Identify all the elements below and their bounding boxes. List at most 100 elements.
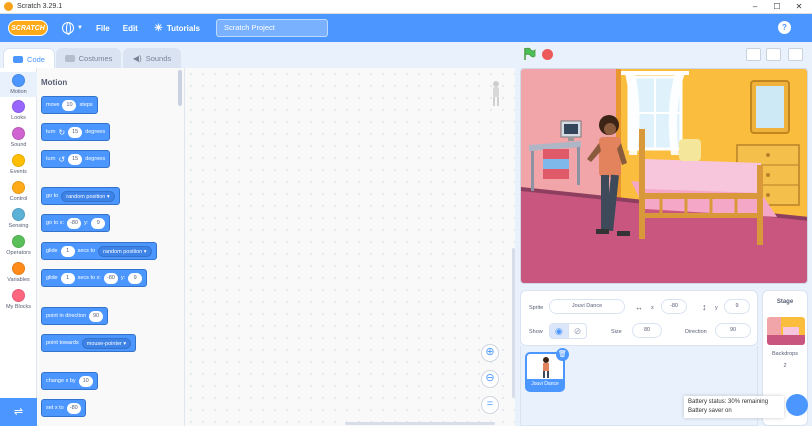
- bed-rail: [639, 213, 763, 218]
- file-menu[interactable]: File: [96, 24, 110, 33]
- category-dot: [12, 74, 25, 87]
- help-icon[interactable]: ?: [778, 21, 791, 34]
- x-input[interactable]: -80: [661, 299, 687, 314]
- block-turn-left[interactable]: turn ↺ 15 degrees: [41, 150, 111, 168]
- block-input[interactable]: 15: [68, 153, 83, 165]
- size-input[interactable]: 80: [632, 323, 662, 338]
- block-glide-xy[interactable]: glide 1 secs to x: -80 y: 9: [41, 269, 148, 287]
- lightbulb-icon: ☀: [153, 22, 163, 34]
- block-input[interactable]: -80: [66, 402, 81, 414]
- category-variables[interactable]: Variables: [0, 262, 37, 283]
- stage-pane-title: Stage: [776, 299, 794, 305]
- battery-toast: Battery status: 30% remaining Battery sa…: [684, 396, 784, 418]
- direction-input[interactable]: 90: [715, 323, 751, 338]
- tutorials-menu[interactable]: ☀ Tutorials: [154, 23, 200, 34]
- block-input[interactable]: 1: [60, 272, 75, 284]
- block-glide-to[interactable]: glide 1 secs to random position ▾: [41, 242, 157, 260]
- block-input[interactable]: 9: [128, 272, 143, 284]
- block-dropdown[interactable]: mouse-pointer ▾: [81, 337, 132, 349]
- block-text: move: [46, 102, 60, 108]
- block-text: y:: [120, 275, 126, 281]
- block-input[interactable]: 10: [78, 375, 93, 387]
- eye-open-icon[interactable]: ◉: [550, 324, 568, 338]
- category-events[interactable]: Events: [0, 154, 37, 175]
- eye-closed-icon[interactable]: ⊘: [567, 324, 586, 338]
- bed-post: [639, 129, 645, 239]
- stage-thumbnail[interactable]: [767, 317, 805, 345]
- block-input[interactable]: -80: [103, 272, 118, 284]
- block-input[interactable]: 1: [60, 245, 75, 257]
- category-my-blocks[interactable]: My Blocks: [0, 289, 37, 310]
- category-looks[interactable]: Looks: [0, 100, 37, 121]
- block-point-direction[interactable]: point in direction 90: [41, 307, 109, 325]
- block-set-x[interactable]: set x to -80: [41, 399, 86, 417]
- block-input[interactable]: -80: [67, 217, 82, 229]
- green-flag-icon[interactable]: [522, 47, 536, 61]
- trash-icon[interactable]: 🗑: [556, 348, 569, 361]
- block-text: degrees: [85, 129, 106, 135]
- edit-menu[interactable]: Edit: [123, 24, 138, 33]
- stop-icon[interactable]: [542, 49, 553, 60]
- block-input[interactable]: 10: [62, 99, 77, 111]
- sprite-label: Sprite: [529, 305, 544, 311]
- block-go-to[interactable]: go to random position ▾: [41, 187, 120, 205]
- code-area[interactable]: ⊕ ⊖ =: [185, 68, 515, 426]
- close-button[interactable]: ✕: [788, 0, 810, 14]
- toast-line: Battery saver on: [688, 408, 732, 414]
- language-menu[interactable]: ▼: [62, 22, 83, 35]
- desk-drawer: [543, 169, 569, 179]
- block-go-to-xy[interactable]: go to x: -80 y: 9: [41, 214, 111, 232]
- direction-label: Direction: [685, 329, 707, 335]
- backdrops-count: 2: [783, 363, 787, 369]
- sprite-tile-jouvi[interactable]: Jouvi Dance 🗑: [525, 348, 569, 392]
- small-stage-button[interactable]: [746, 48, 761, 61]
- block-text: change x by: [46, 378, 76, 384]
- tab-code[interactable]: Code: [3, 48, 55, 69]
- code-scrollbar-horizontal[interactable]: [345, 422, 495, 425]
- sprite-name-input[interactable]: Jouvi Dance: [549, 299, 625, 314]
- block-change-x[interactable]: change x by 10: [41, 372, 98, 390]
- block-text: turn: [46, 129, 56, 135]
- category-operators[interactable]: Operators: [0, 235, 37, 256]
- category-label: Sensing: [8, 223, 29, 229]
- fullscreen-button[interactable]: [788, 48, 803, 61]
- project-title-input[interactable]: Scratch Project: [216, 19, 328, 37]
- add-extension-button[interactable]: ⇌: [0, 398, 37, 426]
- tab-sounds[interactable]: ◀) Sounds: [123, 48, 181, 68]
- tab-costumes[interactable]: Costumes: [56, 48, 121, 68]
- y-input[interactable]: 9: [724, 299, 750, 314]
- block-move-steps[interactable]: move 10 steps: [41, 96, 98, 114]
- block-turn-right[interactable]: turn ↻ 15 degrees: [41, 123, 111, 141]
- vertical-arrows-icon: ↕: [702, 302, 707, 312]
- curtain-rod: [621, 71, 689, 75]
- block-dropdown[interactable]: random position ▾: [98, 245, 152, 257]
- category-dot: [12, 208, 25, 221]
- block-input[interactable]: 15: [68, 126, 83, 138]
- category-sensing[interactable]: Sensing: [0, 208, 37, 229]
- maximize-button[interactable]: ☐: [766, 0, 788, 14]
- minimize-button[interactable]: –: [744, 0, 766, 14]
- choose-sprite-button[interactable]: [786, 394, 808, 416]
- block-input[interactable]: 9: [91, 217, 106, 229]
- palette-scrollbar[interactable]: [178, 70, 182, 106]
- normal-stage-button[interactable]: [766, 48, 781, 61]
- category-control[interactable]: Control: [0, 181, 37, 202]
- block-point-towards[interactable]: point towards mouse-pointer ▾: [41, 334, 137, 352]
- block-dropdown[interactable]: random position ▾: [61, 190, 115, 202]
- category-sound[interactable]: Sound: [0, 127, 37, 148]
- block-input[interactable]: 90: [89, 310, 104, 322]
- scratch-logo[interactable]: SCRATCH: [8, 20, 48, 36]
- category-motion[interactable]: Motion: [0, 72, 37, 97]
- category-label: Operators: [6, 250, 31, 256]
- block-text: set x to: [46, 405, 64, 411]
- zoom-in-button[interactable]: ⊕: [481, 344, 499, 362]
- block-text: point in direction: [46, 313, 87, 319]
- bed-post: [757, 165, 763, 245]
- tab-costumes-label: Costumes: [78, 54, 113, 63]
- code-scrollbar-vertical[interactable]: [512, 248, 515, 398]
- zoom-out-button[interactable]: ⊖: [481, 370, 499, 388]
- dropdown-value: random position: [66, 193, 106, 200]
- stage[interactable]: [520, 68, 808, 284]
- zoom-reset-button[interactable]: =: [481, 396, 499, 414]
- category-menu: Motion Looks Sound Events Control Sensin…: [0, 68, 37, 426]
